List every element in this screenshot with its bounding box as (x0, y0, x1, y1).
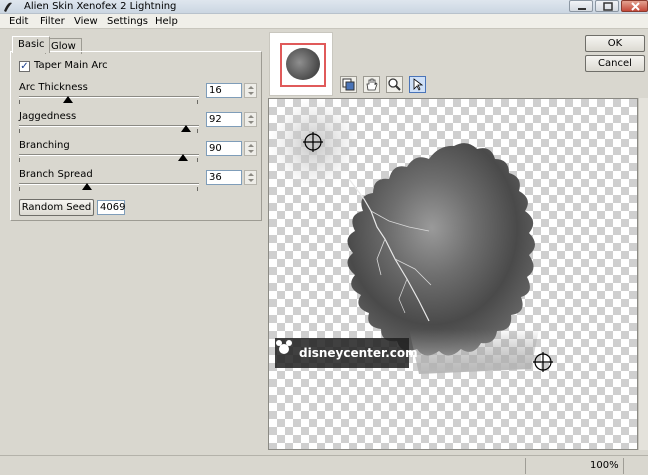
ok-button[interactable]: OK (585, 35, 645, 52)
watermark-text: disneycenter.com (299, 346, 418, 360)
arc-thickness-spinner[interactable] (244, 83, 257, 98)
zoom-tool-button[interactable] (386, 76, 403, 93)
branch-spread-label: Branch Spread (19, 169, 93, 180)
branch-spread-spinner[interactable] (244, 170, 257, 185)
branching-slider[interactable] (19, 154, 199, 162)
pointer-icon (413, 78, 424, 91)
crosshair-end-icon (533, 352, 553, 372)
arc-thickness-slider-thumb[interactable] (62, 96, 73, 103)
alien-skin-app-icon (4, 2, 12, 12)
title-bar: Alien Skin Xenofex 2 Lightning (0, 0, 648, 14)
tab-basic[interactable]: Basic (12, 36, 51, 53)
mickey-ears-icon (276, 340, 292, 354)
arc-thickness-input[interactable]: 16 (206, 83, 242, 98)
menu-edit[interactable]: Edit (9, 14, 28, 29)
menu-settings[interactable]: Settings (107, 14, 148, 29)
jaggedness-label: Jaggedness (19, 111, 77, 122)
status-separator (623, 458, 624, 474)
watermark-badge: disneycenter.com (275, 338, 418, 368)
maximize-button[interactable] (595, 0, 619, 12)
jaggedness-slider[interactable] (19, 125, 199, 133)
window-title: Alien Skin Xenofex 2 Lightning (24, 1, 177, 12)
minimize-icon (578, 8, 586, 10)
branching-input[interactable]: 90 (206, 141, 242, 156)
maximize-icon (603, 2, 613, 11)
status-separator (525, 458, 526, 474)
status-bar: 100% (0, 455, 648, 475)
taper-main-arc-label: Taper Main Arc (34, 60, 108, 71)
branching-spinner[interactable] (244, 141, 257, 156)
lightning-preview-image (269, 99, 553, 374)
branch-spread-slider[interactable] (19, 183, 199, 191)
hand-icon (366, 78, 378, 91)
menu-view[interactable]: View (74, 14, 98, 29)
arc-thickness-label: Arc Thickness (19, 82, 88, 93)
taper-main-arc-checkbox[interactable]: ✓ (19, 61, 30, 72)
branching-label: Branching (19, 140, 70, 151)
canvas-vertical-scrollbar[interactable] (638, 98, 648, 450)
menu-filter[interactable]: Filter (40, 14, 65, 29)
branching-slider-thumb[interactable] (177, 154, 188, 161)
preview-canvas[interactable]: disneycenter.com (268, 98, 638, 450)
jaggedness-spinner[interactable] (244, 112, 257, 127)
menu-bar: Edit Filter View Settings Help (0, 14, 648, 29)
arc-thickness-slider[interactable] (19, 96, 199, 104)
cancel-button[interactable]: Cancel (585, 55, 645, 72)
close-button[interactable] (621, 0, 648, 12)
pointer-tool-button[interactable] (409, 76, 426, 93)
zoom-icon (388, 78, 401, 91)
thumbnail-view-rectangle[interactable] (280, 43, 326, 87)
jaggedness-slider-thumb[interactable] (181, 125, 192, 132)
menu-help[interactable]: Help (155, 14, 178, 29)
branch-spread-input[interactable]: 36 (206, 170, 242, 185)
compare-tool-button[interactable] (340, 76, 357, 93)
random-seed-value[interactable]: 4069 (97, 200, 125, 215)
random-seed-button[interactable]: Random Seed (19, 199, 94, 216)
zoom-level: 100% (590, 460, 619, 471)
hand-tool-button[interactable] (363, 76, 380, 93)
jaggedness-input[interactable]: 92 (206, 112, 242, 127)
branch-spread-slider-thumb[interactable] (82, 183, 93, 190)
close-icon (631, 2, 640, 11)
basic-tab-panel (10, 51, 262, 221)
compare-icon (342, 78, 355, 91)
minimize-button[interactable] (569, 0, 593, 12)
